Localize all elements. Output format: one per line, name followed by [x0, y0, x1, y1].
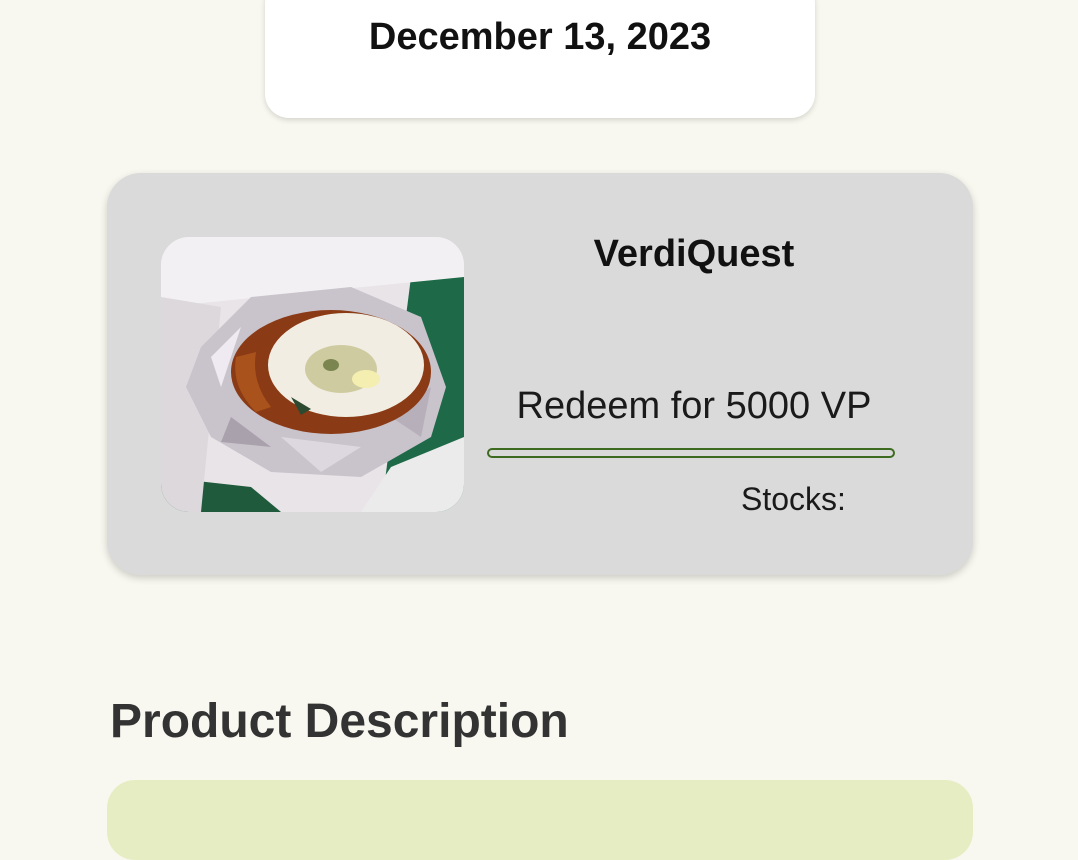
date-text: December 13, 2023	[368, 16, 712, 58]
product-description-box	[107, 780, 973, 860]
product-image	[161, 237, 464, 512]
stocks-label: Stocks:	[741, 481, 846, 517]
product-name: VerdiQuest	[593, 233, 795, 275]
redeem-progress-bar	[487, 448, 895, 458]
redeem-label[interactable]: Redeem for 5000 VP	[487, 385, 901, 428]
date-card: December 13, 2023	[265, 0, 815, 118]
product-description-title: Product Description	[110, 695, 569, 748]
product-card[interactable]: VerdiQuest Redeem for 5000 VP Stocks:	[107, 173, 973, 575]
food-photo-icon	[161, 237, 464, 512]
